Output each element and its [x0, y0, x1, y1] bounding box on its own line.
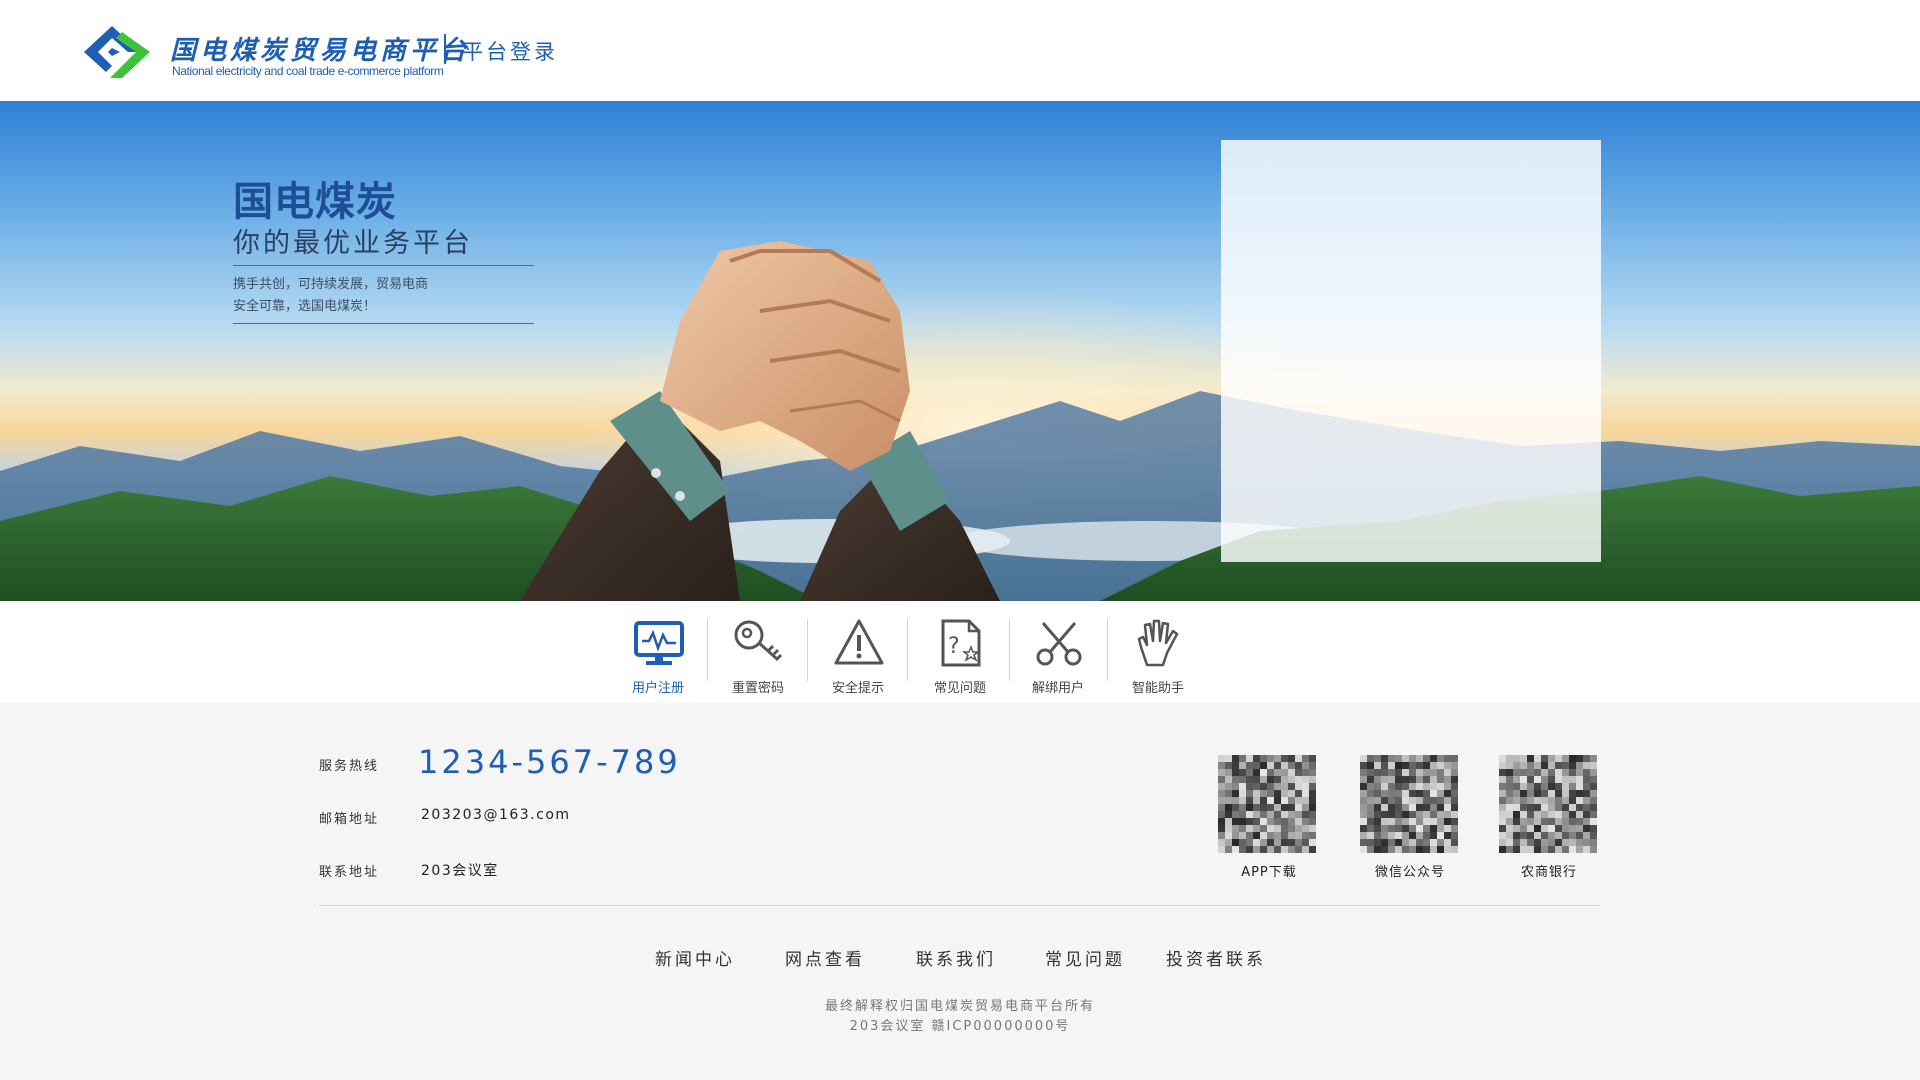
- hand-icon: [1137, 619, 1179, 667]
- qr-label-app: APP下载: [1241, 865, 1297, 880]
- logo-icon[interactable]: [82, 24, 152, 80]
- monitor-icon: [634, 621, 684, 665]
- smart-assistant-link[interactable]: 智能助手: [1108, 601, 1208, 703]
- icon-label: 解绑用户: [1031, 681, 1084, 696]
- unbind-user-link[interactable]: 解绑用户: [1008, 601, 1108, 703]
- copyright-line2: 203会议室 赣ICP00000000号: [849, 1019, 1071, 1034]
- qr-code-image: [1499, 755, 1597, 853]
- footer-link-outlets[interactable]: 网点查看: [785, 945, 865, 970]
- email-value[interactable]: 203203@163.com: [421, 807, 571, 823]
- qr-code-image: [1218, 755, 1316, 853]
- qr-code-bank: [1499, 755, 1597, 853]
- icon-label: 重置密码: [731, 681, 784, 696]
- qr-code-app: [1218, 755, 1316, 853]
- footer: 服务热线 1234-567-789 邮箱地址 203203@163.com 联系…: [0, 703, 1920, 1080]
- icon-label: 智能助手: [1131, 681, 1184, 696]
- icon-separator: [907, 619, 908, 681]
- logo-english-title: National electricity and coal trade e-co…: [172, 64, 444, 78]
- key-icon: [734, 620, 783, 662]
- footer-link-news[interactable]: 新闻中心: [655, 945, 735, 970]
- user-register-link[interactable]: 用户注册: [608, 601, 708, 703]
- quick-links-bar: 用户注册 重置密码 安全提示 ? 常见问题 解绑用户 智能助手: [0, 601, 1920, 703]
- page-title: 平台登录: [462, 40, 558, 64]
- qr-label-wechat: 微信公众号: [1374, 865, 1445, 880]
- footer-link-investor[interactable]: 投资者联系: [1166, 945, 1266, 970]
- warning-icon: [834, 619, 884, 665]
- footer-divider: [319, 905, 1600, 906]
- banner-title: 国电煤炭: [233, 179, 397, 225]
- banner-divider-bottom: [233, 323, 534, 324]
- address-value: 203会议室: [421, 863, 499, 879]
- hotline-label: 服务热线: [319, 759, 380, 774]
- footer-link-contact[interactable]: 联系我们: [916, 945, 996, 970]
- banner-desc-line1: 携手共创，可持续发展，贸易电商: [233, 277, 429, 292]
- header: 国电煤炭贸易电商平台 National electricity and coal…: [0, 0, 1920, 101]
- address-label: 联系地址: [319, 865, 380, 880]
- copyright-line1: 最终解释权归国电煤炭贸易电商平台所有: [824, 999, 1095, 1014]
- login-panel[interactable]: [1221, 140, 1601, 562]
- logo-chinese-title: 国电煤炭贸易电商平台: [170, 36, 471, 66]
- security-tips-link[interactable]: 安全提示: [808, 601, 908, 703]
- question-document-icon: ?: [941, 619, 981, 667]
- icon-label: 安全提示: [831, 681, 884, 696]
- qr-code-image: [1360, 755, 1458, 853]
- banner-divider-top: [233, 265, 534, 266]
- banner-subtitle: 你的最优业务平台: [233, 228, 473, 259]
- faq-link[interactable]: ? 常见问题: [910, 601, 1010, 703]
- icon-label: 常见问题: [933, 681, 986, 696]
- logo-divider: [444, 34, 446, 64]
- scissors-icon: [1036, 622, 1082, 666]
- svg-text:?: ?: [948, 634, 960, 659]
- reset-password-link[interactable]: 重置密码: [708, 601, 808, 703]
- hero-banner: 国电煤炭 你的最优业务平台 携手共创，可持续发展，贸易电商 安全可靠，选国电煤炭…: [0, 101, 1920, 601]
- hotline-value: 1234-567-789: [418, 743, 681, 781]
- banner-desc-line2: 安全可靠，选国电煤炭！: [233, 299, 377, 314]
- email-label: 邮箱地址: [319, 812, 380, 827]
- footer-link-faq[interactable]: 常见问题: [1045, 945, 1125, 970]
- qr-label-bank: 农商银行: [1520, 865, 1577, 880]
- qr-code-wechat: [1360, 755, 1458, 853]
- icon-label: 用户注册: [631, 681, 684, 696]
- banner-description: 携手共创，可持续发展，贸易电商 安全可靠，选国电煤炭！: [233, 274, 428, 318]
